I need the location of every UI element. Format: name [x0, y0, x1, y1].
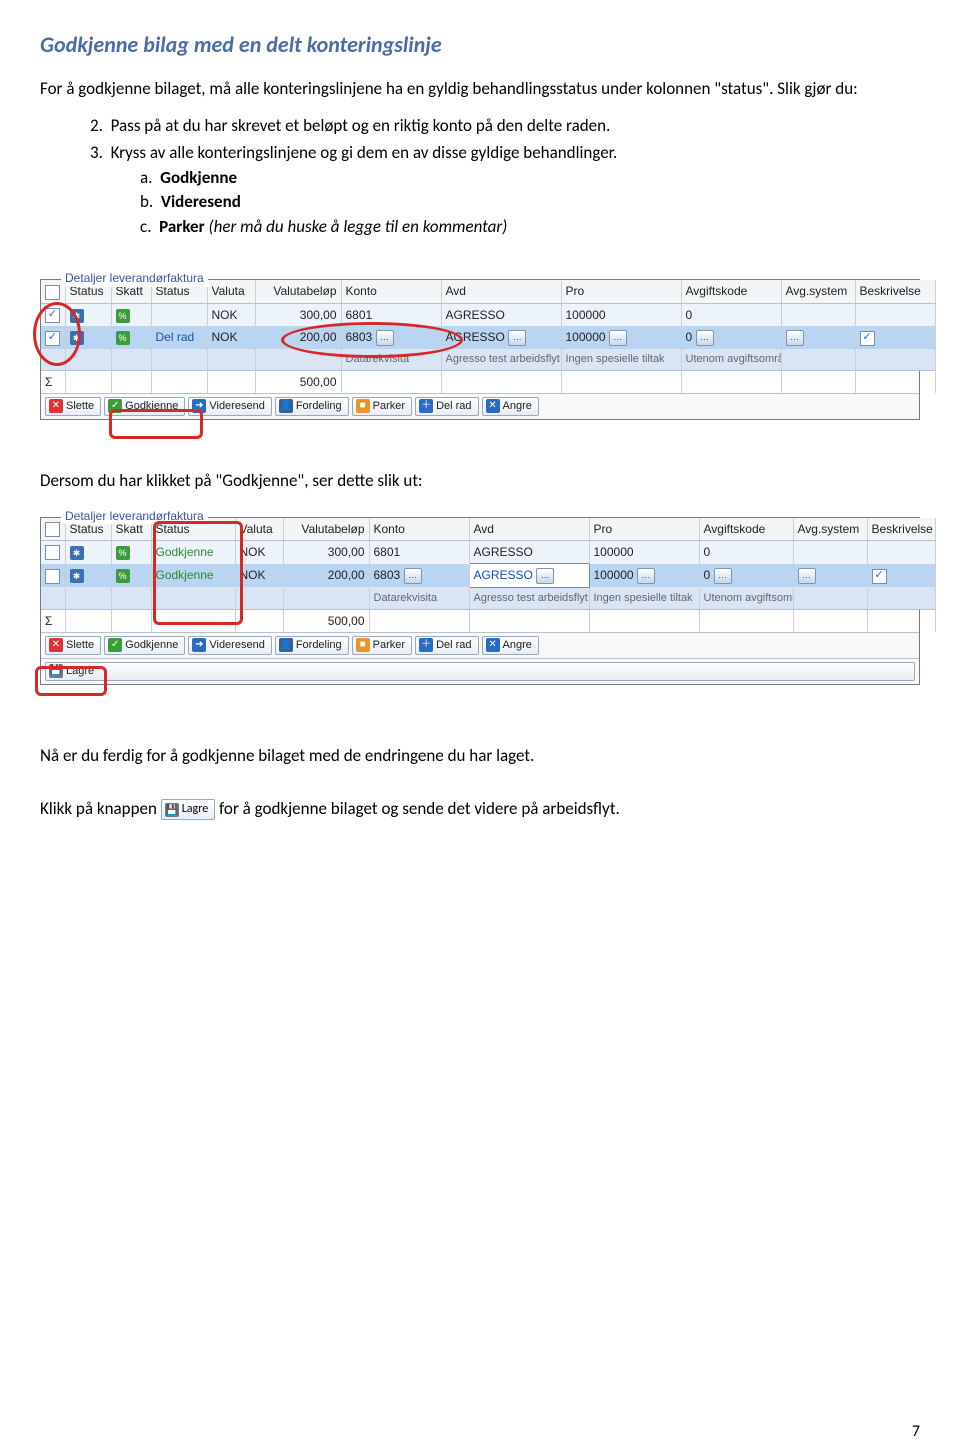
- row-checkbox[interactable]: [872, 569, 887, 584]
- approve-button[interactable]: ✓Godkjenne: [104, 636, 185, 655]
- grid: StatusSkattStatus ValutaValutabeløpKonto…: [41, 280, 936, 393]
- tax-icon: %: [116, 569, 130, 583]
- split-row-button[interactable]: ＋Del rad: [415, 636, 478, 655]
- park-icon: ■: [356, 638, 370, 652]
- tax-icon: %: [116, 546, 130, 560]
- delete-icon: ✕: [49, 638, 63, 652]
- distribute-button[interactable]: 👤Fordeling: [275, 636, 349, 655]
- park-button[interactable]: ■Parker: [352, 397, 412, 416]
- toolbar: ✕Slette ✓Godkjenne ➜Videresend 👤Fordelin…: [41, 632, 919, 658]
- plus-icon: ＋: [419, 399, 433, 413]
- delete-button[interactable]: ✕Slette: [45, 397, 101, 416]
- row-checkbox[interactable]: [45, 569, 60, 584]
- after-text-1: Nå er du ferdig for å godkjenne bilaget …: [40, 745, 920, 768]
- intro-text: For å godkjenne bilaget, må alle konteri…: [40, 78, 920, 101]
- forward-icon: ➜: [192, 638, 206, 652]
- description-row: Datarekvisita Agresso test arbeidsflyt I…: [41, 349, 935, 370]
- undo-button[interactable]: ✕Angre: [482, 397, 539, 416]
- step-3a: a. Godkjenne: [140, 167, 920, 190]
- undo-button[interactable]: ✕Angre: [482, 636, 539, 655]
- lookup-button[interactable]: [404, 568, 422, 584]
- save-button[interactable]: 💾Lagre: [45, 662, 915, 681]
- delete-button[interactable]: ✕Slette: [45, 636, 101, 655]
- lookup-button[interactable]: [637, 568, 655, 584]
- undo-icon: ✕: [486, 638, 500, 652]
- fieldset-legend: Detaljer leverandørfaktura: [61, 270, 208, 286]
- forward-button[interactable]: ➜Videresend: [188, 636, 271, 655]
- screenshot-after: Detaljer leverandørfaktura StatusSkattSt…: [40, 517, 920, 685]
- select-all-checkbox[interactable]: [45, 522, 60, 537]
- save-icon: 💾: [165, 803, 179, 817]
- lookup-button[interactable]: [696, 330, 714, 346]
- table-row[interactable]: ✱ % Del rad NOK 200,00 6803 AGRESSO 1000…: [41, 326, 935, 349]
- table-row[interactable]: ✱ % NOK 300,00 6801 AGRESSO 100000 0: [41, 303, 935, 326]
- mid-text: Dersom du har klikket på "Godkjenne", se…: [40, 470, 920, 493]
- after-text-2: Klikk på knappen 💾Lagre for å godkjenne …: [40, 798, 920, 821]
- step-3c: c. Parker (her må du huske å legge til e…: [140, 216, 920, 239]
- park-icon: ■: [356, 399, 370, 413]
- screenshot-before: Detaljer leverandørfaktura StatusSkattSt…: [40, 279, 920, 419]
- person-icon: 👤: [279, 638, 293, 652]
- lookup-button[interactable]: [786, 330, 804, 346]
- tax-icon: %: [116, 331, 130, 345]
- sum-row: Σ 500,00: [41, 370, 935, 393]
- select-all-checkbox[interactable]: [45, 285, 60, 300]
- distribute-button[interactable]: 👤Fordeling: [275, 397, 349, 416]
- person-icon: 👤: [279, 399, 293, 413]
- page-number: 7: [912, 1421, 920, 1443]
- section-heading: Godkjenne bilag med en delt konteringsli…: [40, 30, 920, 60]
- save-button-inline: 💾Lagre: [161, 799, 215, 819]
- row-checkbox[interactable]: [45, 545, 60, 560]
- step-3b: b. Videresend: [140, 191, 920, 214]
- step-2: 2. Pass på at du har skrevet et beløpt o…: [90, 115, 920, 138]
- lookup-button[interactable]: [536, 568, 554, 584]
- lookup-button[interactable]: [714, 568, 732, 584]
- delete-icon: ✕: [49, 399, 63, 413]
- lookup-button[interactable]: [609, 330, 627, 346]
- step-3: 3. Kryss av alle konteringslinjene og gi…: [90, 142, 920, 240]
- status-icon: ✱: [70, 546, 84, 560]
- check-icon: ✓: [108, 638, 122, 652]
- lookup-button[interactable]: [798, 568, 816, 584]
- undo-icon: ✕: [486, 399, 500, 413]
- plus-icon: ＋: [419, 638, 433, 652]
- lookup-button[interactable]: [508, 330, 526, 346]
- status-icon: ✱: [70, 569, 84, 583]
- tax-icon: %: [116, 309, 130, 323]
- park-button[interactable]: ■Parker: [352, 636, 412, 655]
- row-checkbox[interactable]: [860, 331, 875, 346]
- split-row-button[interactable]: ＋Del rad: [415, 397, 478, 416]
